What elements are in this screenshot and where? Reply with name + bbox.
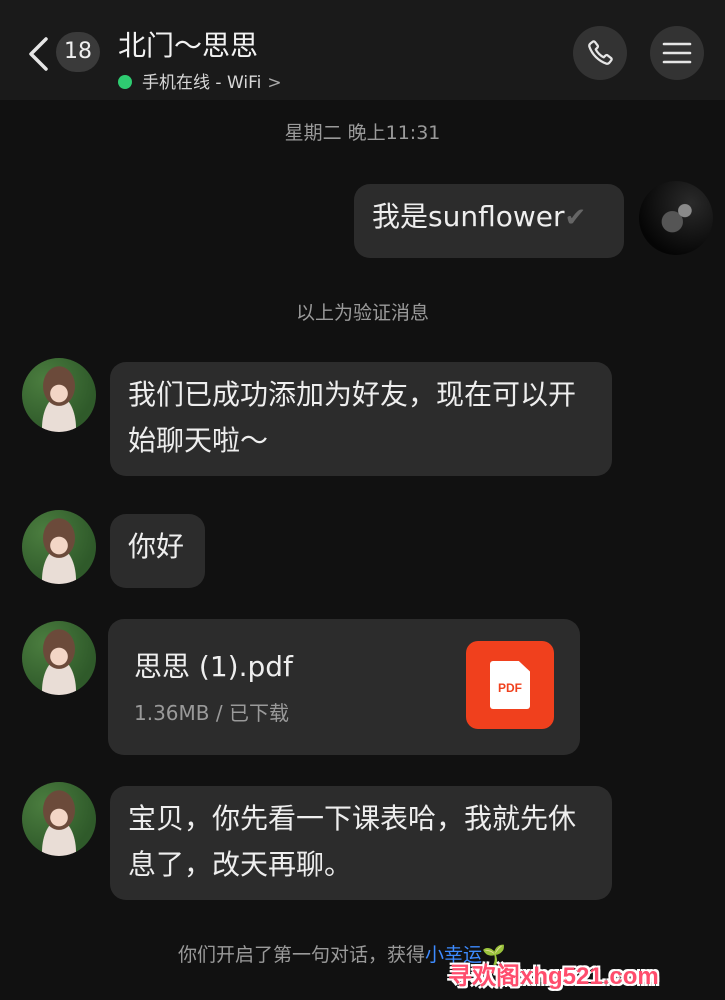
back-arrow-icon[interactable] xyxy=(26,36,52,72)
watermark: 寻欢阁xhg521.com xyxy=(448,963,659,990)
online-status[interactable]: 手机在线 - WiFi > xyxy=(118,68,282,93)
contact-avatar[interactable] xyxy=(22,510,96,584)
chat-header: 18 北门～思思 手机在线 - WiFi > xyxy=(0,0,725,100)
message-text: 我们已成功添加为好友，现在可以开始聊天啦～ xyxy=(128,378,577,457)
menu-icon xyxy=(662,42,692,64)
file-name: 思思 (1).pdf xyxy=(134,650,293,683)
pdf-icon-label: PDF xyxy=(498,681,522,695)
contact-name[interactable]: 北门～思思 xyxy=(118,24,258,64)
footer-note-text: 你们开启了第一句对话，获得 xyxy=(178,944,426,966)
unread-count-badge[interactable]: 18 xyxy=(56,32,100,72)
message-text: 我是sunflower xyxy=(372,200,565,233)
contact-avatar[interactable] xyxy=(22,782,96,856)
file-meta: 1.36MB / 已下载 xyxy=(134,701,289,725)
phone-icon xyxy=(588,40,613,65)
pdf-page-icon: PDF xyxy=(490,661,530,709)
my-avatar[interactable] xyxy=(639,181,713,255)
system-message: 以上为验证消息 xyxy=(295,302,429,324)
check-mark-icon: ✔ xyxy=(564,203,587,233)
call-button[interactable] xyxy=(573,26,627,80)
message-text: 你好 xyxy=(128,530,185,563)
menu-button[interactable] xyxy=(650,26,704,80)
file-message-card[interactable]: 思思 (1).pdf 1.36MB / 已下载 PDF xyxy=(108,619,580,755)
contact-avatar[interactable] xyxy=(22,621,96,695)
incoming-message-bubble[interactable]: 你好 xyxy=(110,514,205,588)
incoming-message-bubble[interactable]: 我们已成功添加为好友，现在可以开始聊天啦～ xyxy=(110,362,612,476)
chevron-right-icon: > xyxy=(267,73,282,93)
message-text: 宝贝，你先看一下课表哈，我就先休息了，改天再聊。 xyxy=(128,802,577,881)
incoming-message-bubble[interactable]: 宝贝，你先看一下课表哈，我就先休息了，改天再聊。 xyxy=(110,786,612,900)
pdf-file-icon: PDF xyxy=(466,641,554,729)
outgoing-message-bubble[interactable]: 我是sunflower✔ xyxy=(354,184,624,258)
message-timestamp: 星期二 晚上11:31 xyxy=(284,122,441,144)
online-dot-icon xyxy=(118,75,132,89)
contact-avatar[interactable] xyxy=(22,358,96,432)
online-status-text: 手机在线 - WiFi xyxy=(142,73,262,93)
